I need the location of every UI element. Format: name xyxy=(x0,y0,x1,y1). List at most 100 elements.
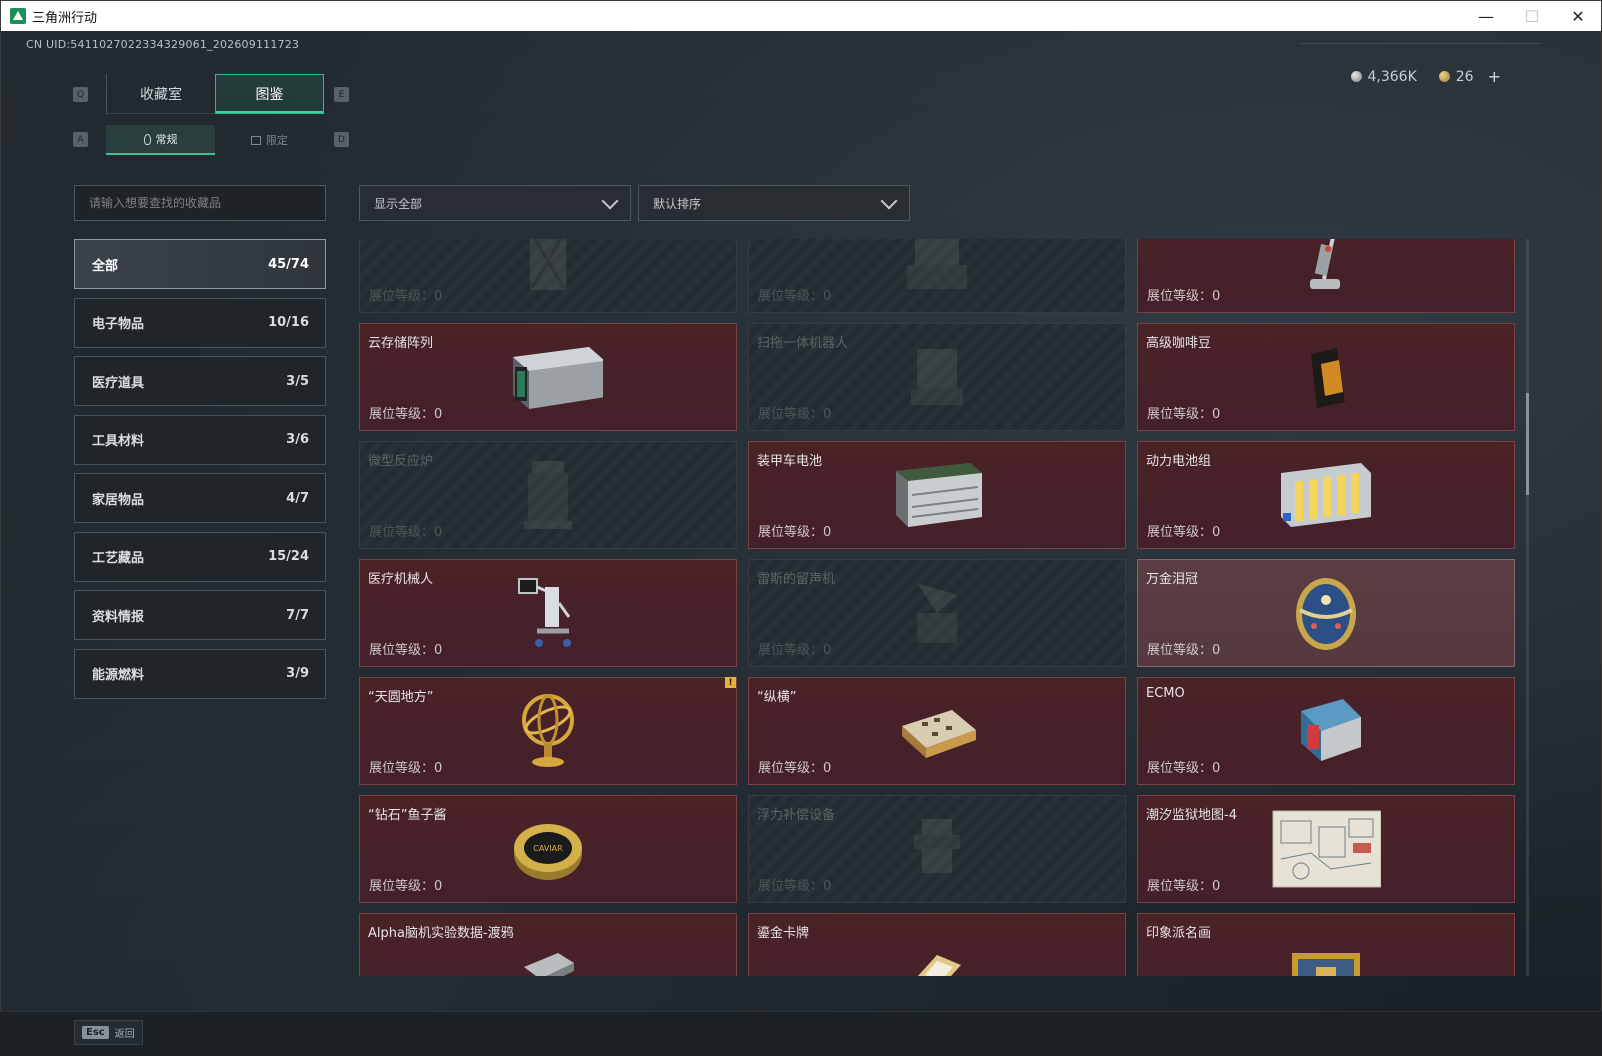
chevron-down-icon xyxy=(601,192,619,210)
item-card[interactable]: 印象派名画展位等级：0 xyxy=(1137,913,1515,976)
item-card[interactable]: ECMO 展位等级：0 xyxy=(1137,677,1515,785)
item-name: “天圆地方” xyxy=(368,690,434,705)
app-title: 三角洲行动 xyxy=(32,10,98,26)
tab-collection-room[interactable]: 收藏室 xyxy=(106,74,215,114)
category-electronics[interactable]: 电子物品 10/16 xyxy=(74,297,326,348)
user-uid: CN UID:5411027022334329061_202609111723 xyxy=(26,38,300,51)
flame-icon xyxy=(143,133,151,145)
item-image xyxy=(493,691,603,771)
category-count: 45/74 xyxy=(268,256,309,272)
item-image xyxy=(882,927,992,976)
item-level: 展位等级：0 xyxy=(758,879,832,894)
gold-coin-icon xyxy=(1438,71,1450,82)
key-hint-a: A xyxy=(73,132,88,147)
category-count: 3/6 xyxy=(286,432,309,447)
bottom-bar xyxy=(0,1011,1602,1056)
sort-dropdown[interactable]: 默认排序 xyxy=(638,185,910,221)
category-count: 3/5 xyxy=(286,373,309,389)
subtab-regular[interactable]: 常规 xyxy=(106,125,215,155)
tab-codex[interactable]: 图鉴 xyxy=(215,74,324,114)
filter-dropdown[interactable]: 显示全部 xyxy=(359,185,631,221)
category-tools[interactable]: 工具材料 3/6 xyxy=(74,414,326,465)
category-intel[interactable]: 资料情报 7/7 xyxy=(74,590,326,640)
add-currency-button[interactable]: + xyxy=(1488,67,1501,86)
back-label: 返回 xyxy=(114,1029,135,1040)
subtab-limited[interactable]: 限定 xyxy=(215,125,324,155)
category-medical[interactable]: 医疗道具 3/5 xyxy=(74,356,326,406)
item-level: 展位等级：0 xyxy=(369,525,443,540)
item-level: 展位等级：0 xyxy=(369,643,443,658)
item-card[interactable]: 微型反应炉展位等级：0 xyxy=(359,441,737,549)
currency-gold-value: 26 xyxy=(1455,68,1474,85)
item-card[interactable]: 医疗机械人展位等级：0 xyxy=(359,559,737,667)
category-count: 3/9 xyxy=(286,666,309,681)
item-card[interactable]: 云存储阵列 展位等级：0 xyxy=(359,323,737,431)
scrollbar-thumb[interactable] xyxy=(1526,393,1529,495)
category-label: 全部 xyxy=(92,258,119,274)
sort-dropdown-label: 默认排序 xyxy=(653,196,702,211)
item-card[interactable]: Alpha脑机实验数据-渡鸦展位等级：0 xyxy=(359,913,737,976)
item-card[interactable]: “天圆地方” 展位等级：0! xyxy=(359,677,737,785)
item-level: 展位等级：0 xyxy=(758,525,832,540)
item-card[interactable]: 雷斯的留声机 展位等级：0 xyxy=(748,559,1126,667)
subtab-regular-label: 常规 xyxy=(155,133,178,146)
item-card[interactable]: 鎏金卡牌展位等级：0 xyxy=(748,913,1126,976)
sub-tabs: 常规 限定 xyxy=(106,125,324,155)
item-name: 动力电池组 xyxy=(1146,454,1212,469)
limited-icon xyxy=(251,135,261,145)
item-level: 展位等级：0 xyxy=(1147,525,1221,540)
item-card[interactable]: 火箭燃料展位等级：0 xyxy=(359,239,737,313)
minimize-button[interactable]: — xyxy=(1463,1,1509,31)
category-label: 资料情报 xyxy=(92,609,145,625)
item-name: 潮汐监狱地图-4 xyxy=(1146,808,1237,823)
item-card[interactable]: 扫拖一体机器人 展位等级：0 xyxy=(748,323,1126,431)
item-card[interactable]: “钻石”鱼子酱 CAVIAR 展位等级：0 xyxy=(359,795,737,903)
item-image xyxy=(1271,691,1381,771)
scrollbar-track[interactable] xyxy=(1526,239,1529,976)
close-button[interactable]: ✕ xyxy=(1555,1,1601,31)
caviar-label: CAVIAR xyxy=(533,844,563,853)
item-name: 微型反应炉 xyxy=(368,454,434,469)
maximize-button[interactable]: ☐ xyxy=(1509,1,1555,31)
category-energy[interactable]: 能源燃料 3/9 xyxy=(74,648,326,699)
item-image xyxy=(882,337,992,417)
back-button[interactable]: Esc 返回 xyxy=(74,1020,143,1045)
item-level: 展位等级：0 xyxy=(1147,643,1221,658)
item-image xyxy=(882,809,992,889)
category-all[interactable]: 全部 45/74 xyxy=(74,239,326,289)
key-hint-e: E xyxy=(334,87,349,102)
item-card[interactable]: 装甲车电池 展位等级：0 xyxy=(748,441,1126,549)
item-name: 万金泪冠 xyxy=(1146,572,1199,587)
item-name: 医疗机械人 xyxy=(368,572,434,587)
alert-badge: ! xyxy=(725,677,736,688)
category-crafts[interactable]: 工艺藏品 15/24 xyxy=(74,531,326,582)
top-decoration xyxy=(1301,43,1541,49)
item-card[interactable]: 潮汐监狱地图-4 展位等级：0 xyxy=(1137,795,1515,903)
item-card[interactable]: 量子存储器展位等级：0 xyxy=(748,239,1126,313)
category-count: 10/16 xyxy=(268,315,309,330)
item-image xyxy=(1271,927,1381,976)
item-level: 展位等级：0 xyxy=(1147,879,1221,894)
category-household[interactable]: 家居物品 4/7 xyxy=(74,473,326,523)
item-name: “纵横” xyxy=(757,690,797,705)
item-card[interactable]: 浮力补偿设备 展位等级：0 xyxy=(748,795,1126,903)
search-input[interactable] xyxy=(74,185,326,221)
item-name: ECMO xyxy=(1146,686,1185,701)
item-card[interactable]: “纵横” 展位等级：0 xyxy=(748,677,1126,785)
currency-silver-value: 4,366K xyxy=(1367,68,1417,85)
item-name: 鎏金卡牌 xyxy=(757,926,810,941)
item-card[interactable]: 高级咖啡豆 展位等级：0 xyxy=(1137,323,1515,431)
item-name: 浮力补偿设备 xyxy=(757,808,836,823)
item-card[interactable]: 动力电池组展位等级：0 xyxy=(1137,441,1515,549)
item-card[interactable]: 强力吸尘器展位等级：0 xyxy=(1137,239,1515,313)
item-level: 展位等级：0 xyxy=(1147,407,1221,422)
item-name: 印象派名画 xyxy=(1146,926,1212,941)
currency-gold: 26 xyxy=(1438,68,1474,85)
item-level: 展位等级：0 xyxy=(369,761,443,776)
category-list: 全部 45/74 电子物品 10/16 医疗道具 3/5 工具材料 3/6 家居… xyxy=(74,239,326,707)
esc-key-badge: Esc xyxy=(82,1026,109,1039)
item-card[interactable]: 万金泪冠展位等级：0 xyxy=(1137,559,1515,667)
window-controls: — ☐ ✕ xyxy=(1463,1,1601,31)
item-name: Alpha脑机实验数据-渡鸦 xyxy=(368,926,514,941)
category-count: 15/24 xyxy=(268,549,309,564)
